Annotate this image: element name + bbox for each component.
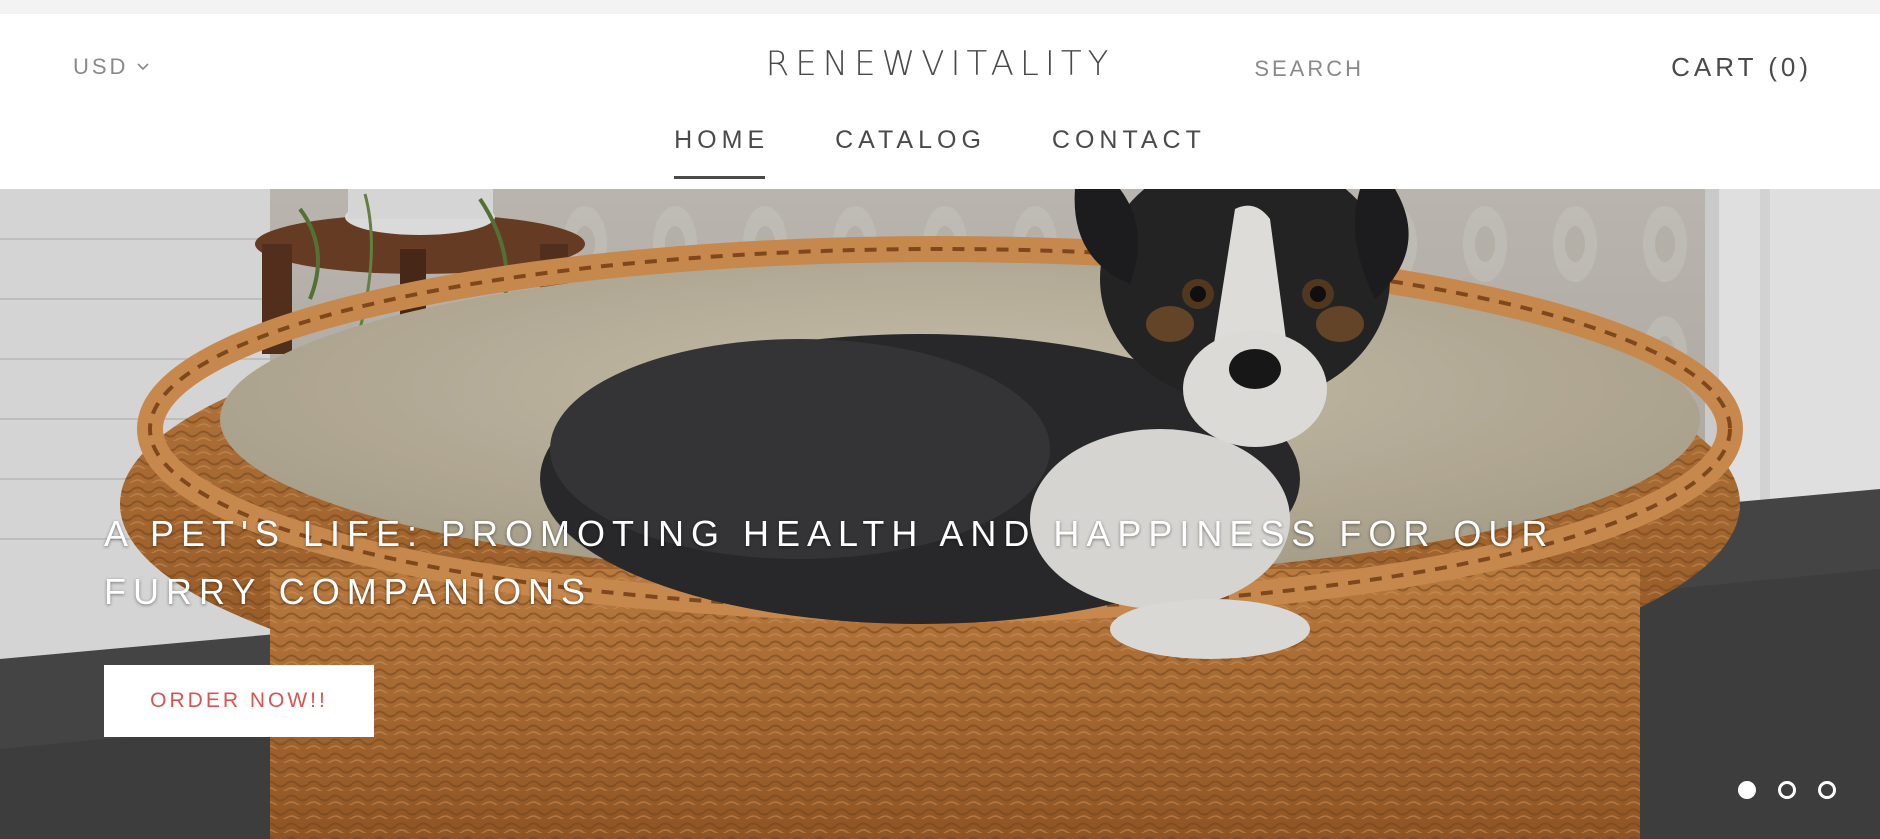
page: USD RENEWVITALITY SEARCH CART (0) HOME C…: [0, 0, 1880, 839]
hero-slideshow: A PET'S LIFE: PROMOTING HEALTH AND HAPPI…: [0, 189, 1880, 839]
slide-dot-2[interactable]: [1778, 781, 1796, 799]
hero-heading: A PET'S LIFE: PROMOTING HEALTH AND HAPPI…: [104, 513, 1555, 612]
slide-indicators: [1738, 781, 1836, 799]
slide-dot-3[interactable]: [1818, 781, 1836, 799]
search-link[interactable]: SEARCH: [1254, 56, 1364, 82]
site-header: USD RENEWVITALITY SEARCH CART (0) HOME C…: [0, 14, 1880, 189]
announcement-strip: [0, 0, 1880, 14]
brand-logo[interactable]: RENEWVITALITY: [0, 44, 1880, 84]
cart-link[interactable]: CART (0): [1671, 52, 1812, 83]
nav-item-catalog[interactable]: CATALOG: [835, 126, 986, 179]
nav-item-home[interactable]: HOME: [674, 126, 769, 179]
main-nav: HOME CATALOG CONTACT: [0, 126, 1880, 179]
slide-dot-1[interactable]: [1738, 781, 1756, 799]
order-now-button[interactable]: ORDER NOW!!: [104, 665, 374, 737]
nav-item-contact[interactable]: CONTACT: [1052, 126, 1206, 179]
